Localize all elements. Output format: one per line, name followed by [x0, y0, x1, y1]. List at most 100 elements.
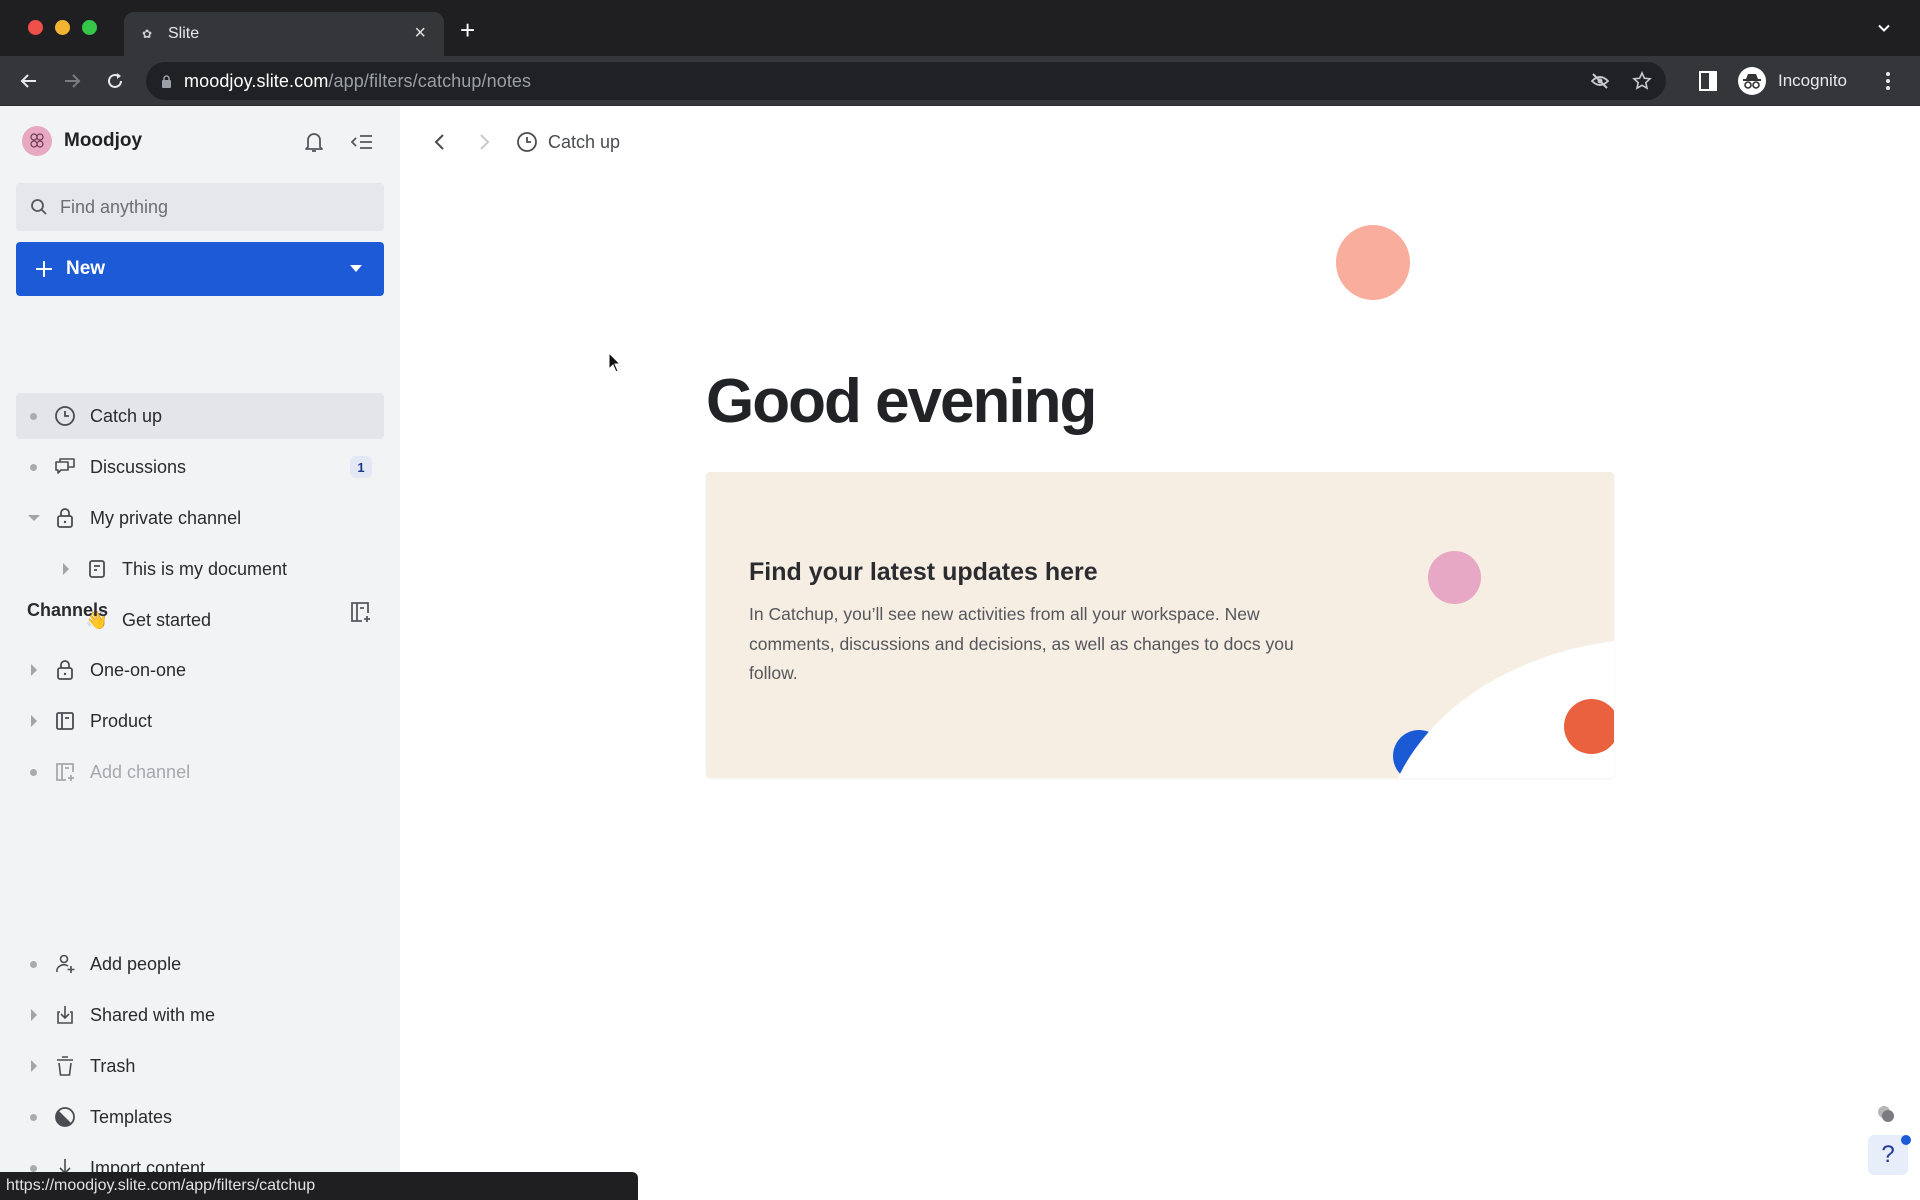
- chevron-right-icon: [480, 134, 490, 150]
- expand-caret-right-icon[interactable]: [31, 1009, 37, 1021]
- workspace-avatar: [22, 126, 52, 156]
- help-notification-dot: [1901, 1135, 1911, 1145]
- expand-caret-right-icon[interactable]: [31, 1060, 37, 1072]
- decorative-orange-circle: [1564, 699, 1614, 754]
- breadcrumb-current-page[interactable]: Catch up: [548, 132, 620, 153]
- sidebar-item-discussions[interactable]: Discussions 1: [16, 444, 384, 490]
- bell-icon: [305, 133, 323, 152]
- expand-caret-right-icon[interactable]: [63, 563, 69, 575]
- sidebar-item-this-is-my-document[interactable]: This is my document: [16, 546, 384, 592]
- browser-menu-kebab-icon[interactable]: [1885, 71, 1891, 91]
- clock-icon: [54, 405, 76, 427]
- notifications-button[interactable]: [302, 130, 326, 154]
- new-tab-button[interactable]: +: [460, 17, 475, 43]
- slite-favicon-icon: ✿: [142, 27, 153, 41]
- mouse-cursor-icon: [608, 352, 622, 373]
- unread-count-badge: 1: [350, 456, 372, 478]
- bullet-icon: [30, 961, 37, 968]
- sidebar-item-label: Trash: [90, 1056, 136, 1076]
- collapse-sidebar-icon: [350, 135, 372, 149]
- sidebar-item-label: Add people: [90, 954, 182, 974]
- window-maximize-button[interactable]: [82, 20, 97, 35]
- reload-button[interactable]: [101, 67, 129, 95]
- search-input[interactable]: [60, 196, 360, 218]
- history-back-button[interactable]: [428, 130, 452, 154]
- sidebar-item-trash[interactable]: Trash: [16, 1043, 384, 1089]
- card-description: In Catchup, you’ll see new activities fr…: [749, 604, 1294, 683]
- new-dropdown-caret-icon[interactable]: [350, 265, 362, 272]
- chat-bubbles-icon: [54, 456, 76, 478]
- channel-item-one-on-one[interactable]: One-on-one: [16, 647, 384, 693]
- sidebar-item-label: Templates: [90, 1107, 173, 1127]
- catchup-empty-state-card: Find your latest updates here In Catchup…: [706, 472, 1614, 778]
- channels-section-title: Channels: [27, 600, 109, 620]
- incognito-icon: [1738, 67, 1766, 95]
- channel-item-label: Add channel: [90, 762, 191, 782]
- add-channel-button[interactable]: Add channel: [16, 749, 384, 795]
- window-minimize-button[interactable]: [55, 20, 70, 35]
- address-bar[interactable]: moodjoy.slite.com/app/filters/catchup/no…: [146, 62, 1666, 100]
- clock-icon: [517, 132, 537, 152]
- card-title: Find your latest updates here: [749, 558, 1098, 586]
- chevron-left-icon: [434, 134, 444, 150]
- incognito-label: Incognito: [1778, 71, 1847, 90]
- channel-item-label: One-on-one: [90, 660, 187, 680]
- bullet-icon: [30, 1165, 37, 1172]
- browser-toolbar: moodjoy.slite.com/app/filters/catchup/no…: [0, 56, 1920, 106]
- sidebar-item-label: Get started: [122, 610, 212, 630]
- incognito-profile-button[interactable]: Incognito: [1734, 62, 1854, 100]
- window-close-button[interactable]: [28, 20, 43, 35]
- sidebar-item-label: My private channel: [90, 508, 242, 528]
- trash-icon: [54, 1055, 76, 1077]
- expand-caret-right-icon[interactable]: [31, 715, 37, 727]
- workspace-name: Moodjoy: [64, 130, 143, 151]
- bullet-icon: [30, 769, 37, 776]
- channel-item-label: Product: [90, 711, 153, 731]
- bookmark-star-icon[interactable]: [1632, 71, 1652, 91]
- sidebar-item-label: Discussions: [90, 457, 187, 477]
- new-button-label: New: [66, 258, 106, 279]
- side-panel-icon[interactable]: [1699, 71, 1717, 91]
- channel-icon: [54, 710, 76, 732]
- url-path: /app/filters/catchup/notes: [328, 70, 532, 91]
- expand-caret-right-icon[interactable]: [31, 664, 37, 676]
- url-host: moodjoy.slite.com: [184, 70, 329, 91]
- sidebar-item-label: This is my document: [122, 559, 288, 579]
- search-field[interactable]: [16, 183, 384, 231]
- tab-close-icon[interactable]: ×: [414, 23, 426, 43]
- decorative-peach-circle: [1336, 225, 1410, 300]
- history-forward-button[interactable]: [472, 130, 496, 154]
- browser-tab[interactable]: ✿ Slite ×: [124, 12, 444, 56]
- tracking-protection-eye-off-icon[interactable]: [1590, 71, 1610, 91]
- back-button[interactable]: [15, 67, 43, 95]
- url-text: moodjoy.slite.com/app/filters/catchup/no…: [184, 71, 531, 92]
- workspace-switcher[interactable]: Moodjoy: [22, 126, 142, 156]
- lock-icon: [54, 507, 76, 529]
- add-person-icon: [54, 953, 76, 975]
- page-title: Good evening: [706, 367, 1097, 436]
- tab-list-chevron-icon[interactable]: [1878, 22, 1890, 34]
- sidebar-item-catch-up[interactable]: Catch up: [16, 393, 384, 439]
- sidebar-item-templates[interactable]: Templates: [16, 1094, 384, 1140]
- create-channel-icon[interactable]: [348, 600, 372, 624]
- new-button[interactable]: New: [16, 242, 384, 296]
- browser-tab-bar: ✿ Slite × +: [0, 0, 1920, 56]
- sidebar-item-add-people[interactable]: Add people: [16, 941, 384, 987]
- inbox-download-icon: [54, 1004, 76, 1026]
- search-icon: [31, 199, 47, 215]
- breadcrumb: Catch up: [428, 130, 620, 154]
- collapse-sidebar-button[interactable]: [350, 130, 374, 154]
- channel-item-product[interactable]: Product: [16, 698, 384, 744]
- link-hover-status-url: https://moodjoy.slite.com/app/filters/ca…: [0, 1172, 638, 1200]
- plus-icon: [36, 261, 52, 277]
- forward-button[interactable]: [58, 67, 86, 95]
- intercom-avatars-icon[interactable]: [1876, 1104, 1896, 1124]
- sidebar-item-my-private-channel[interactable]: My private channel: [16, 495, 384, 541]
- arrow-right-icon: [65, 74, 81, 88]
- main-content: Catch up Good evening Find your latest u…: [400, 106, 1920, 1200]
- reload-icon: [108, 73, 122, 88]
- sidebar-item-shared-with-me[interactable]: Shared with me: [16, 992, 384, 1038]
- sidebar: Moodjoy New Catch up Discussions 1: [0, 106, 400, 1200]
- tab-title: Slite: [168, 25, 200, 42]
- expand-caret-down-icon[interactable]: [28, 515, 40, 521]
